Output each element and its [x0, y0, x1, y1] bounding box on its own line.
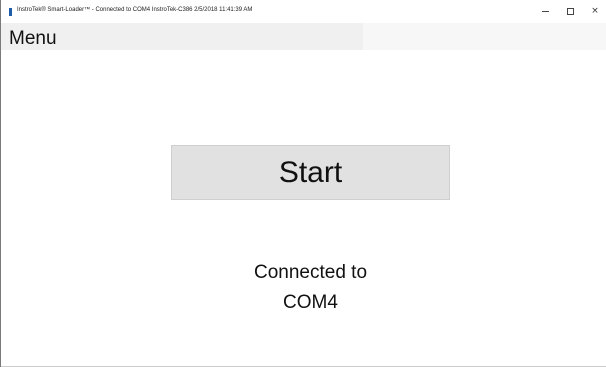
window-title: InstroTek® Smart-Loader™ - Connected to …	[17, 7, 253, 13]
minimize-button[interactable]	[537, 4, 553, 18]
app-window: InstroTek® Smart-Loader™ - Connected to …	[0, 0, 606, 367]
start-button[interactable]: Start	[171, 145, 450, 200]
status-line-2: COM4	[283, 292, 338, 313]
title-bar[interactable]: InstroTek® Smart-Loader™ - Connected to …	[1, 0, 606, 23]
menu-bar: Menu	[1, 23, 606, 50]
status-line-1: Connected to	[253, 262, 368, 283]
minimize-icon	[541, 10, 549, 12]
close-icon: ×	[591, 5, 599, 16]
menu-item-menu[interactable]: Menu	[9, 28, 57, 50]
maximize-icon	[566, 7, 574, 15]
maximize-button[interactable]	[562, 4, 578, 18]
connection-status: Connected to COM4	[171, 262, 450, 322]
close-button[interactable]: ×	[587, 4, 603, 18]
app-icon	[9, 8, 12, 16]
